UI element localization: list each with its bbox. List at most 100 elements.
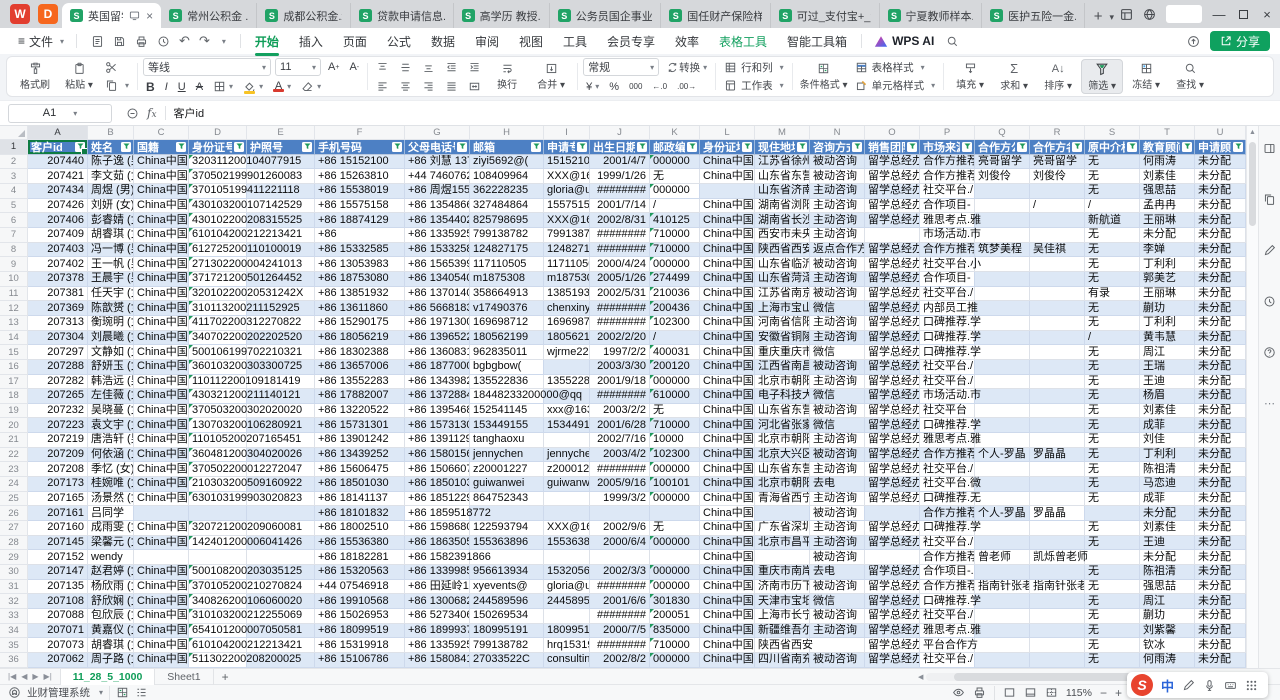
insert-function-icon[interactable]: fx bbox=[147, 106, 157, 120]
cell[interactable]: 2002/8/31 bbox=[590, 213, 650, 228]
cell[interactable]: ######## bbox=[590, 389, 650, 404]
cell[interactable]: 济南市历下 bbox=[755, 580, 810, 595]
cell[interactable]: 陈歆赟 (女 bbox=[88, 301, 134, 316]
cell[interactable]: 100101 bbox=[650, 477, 700, 492]
cell[interactable]: 301830 bbox=[650, 594, 700, 609]
cell[interactable]: 山东省菏泽 bbox=[755, 272, 810, 287]
underline-button[interactable]: U bbox=[175, 78, 189, 95]
cell[interactable]: 丁利利 bbox=[1140, 316, 1195, 331]
cell[interactable]: 135522836 bbox=[544, 375, 590, 390]
cell[interactable]: 冯一博 (男 bbox=[88, 243, 134, 258]
cell[interactable]: +86 1335925706 bbox=[405, 638, 470, 653]
switch-layout-icon[interactable] bbox=[1120, 8, 1133, 21]
cell[interactable]: 山东省济南 bbox=[755, 184, 810, 199]
file-tab[interactable]: S可过_支付宝+_滴滴 bbox=[771, 3, 880, 28]
row-number[interactable]: 18 bbox=[0, 389, 28, 404]
cell[interactable]: 400031 bbox=[650, 345, 700, 360]
cell[interactable]: 强思喆 bbox=[1140, 184, 1195, 199]
cell[interactable]: 社交平台.微 bbox=[920, 477, 975, 492]
autosum-button[interactable]: Σ求和 ▾ bbox=[993, 59, 1035, 94]
cell[interactable]: 340702200202202520 bbox=[189, 331, 247, 346]
cell[interactable]: 2002/7/16 bbox=[590, 433, 650, 448]
cell[interactable]: +86 1395468251 bbox=[405, 404, 470, 419]
cell[interactable] bbox=[975, 653, 1030, 668]
cell[interactable]: / bbox=[650, 331, 700, 346]
cell[interactable]: +86 刘慧 137052 bbox=[405, 155, 470, 170]
cell[interactable]: 207434 bbox=[28, 184, 88, 199]
cell[interactable]: China中国 bbox=[134, 521, 189, 536]
cell[interactable]: China中国 bbox=[134, 624, 189, 639]
help-icon[interactable] bbox=[1263, 346, 1276, 359]
cell[interactable]: 留学总经办 bbox=[865, 331, 920, 346]
cell[interactable]: 无 bbox=[1085, 609, 1140, 624]
align-left-icon[interactable] bbox=[373, 78, 392, 95]
cell[interactable]: China中国 bbox=[134, 492, 189, 507]
file-tab[interactable]: S公务员国企事业单位 bbox=[550, 3, 661, 28]
cell[interactable]: 周子路 (女 bbox=[88, 653, 134, 668]
normal-view-icon[interactable] bbox=[1003, 686, 1016, 699]
table-style-button[interactable]: 表格样式▾ bbox=[852, 59, 939, 76]
cell[interactable]: 青海省西宁 bbox=[755, 492, 810, 507]
cell[interactable]: +86 13657006 bbox=[315, 360, 405, 375]
cell[interactable] bbox=[975, 257, 1030, 272]
filter-dropdown-icon[interactable] bbox=[176, 142, 186, 152]
cell[interactable]: 2002/2/20 bbox=[590, 331, 650, 346]
cell[interactable] bbox=[1030, 521, 1085, 536]
search-icon[interactable] bbox=[946, 35, 959, 48]
row-number[interactable]: 27 bbox=[0, 521, 28, 536]
table-header-cell[interactable]: 父母电话号码 bbox=[405, 140, 470, 155]
cell[interactable]: 207378 bbox=[28, 272, 88, 287]
cell[interactable] bbox=[975, 594, 1030, 609]
cell[interactable]: 无 bbox=[1085, 521, 1140, 536]
cell[interactable]: XXX@163. bbox=[544, 213, 590, 228]
cell[interactable]: 周煜 (男) bbox=[88, 184, 134, 199]
cell[interactable]: China中国 bbox=[134, 375, 189, 390]
cell[interactable]: 358664913 bbox=[470, 287, 544, 302]
cell[interactable]: 124827175 bbox=[470, 243, 544, 258]
cell[interactable]: +86 1580841099 bbox=[405, 653, 470, 668]
cell[interactable]: 被动咨询 bbox=[810, 155, 865, 170]
justify-icon[interactable] bbox=[442, 78, 461, 95]
cell[interactable]: 2002/5/31 bbox=[590, 287, 650, 302]
percent-icon[interactable]: % bbox=[606, 78, 622, 95]
column-header-O[interactable]: O bbox=[865, 126, 920, 140]
cell[interactable]: 被动咨询 bbox=[810, 257, 865, 272]
cell[interactable]: 无 bbox=[1085, 301, 1140, 316]
cell[interactable]: 799138782 bbox=[470, 228, 544, 243]
cell[interactable]: 138519326 bbox=[544, 287, 590, 302]
cell[interactable]: 1997/2/2 bbox=[590, 345, 650, 360]
cell[interactable] bbox=[1030, 477, 1085, 492]
cell[interactable]: 000000 bbox=[650, 257, 700, 272]
cell[interactable]: China中国 bbox=[700, 448, 755, 463]
table-header-cell[interactable]: 教育顾问 bbox=[1140, 140, 1195, 155]
cell[interactable]: 社交平台./ bbox=[920, 360, 975, 375]
cell[interactable] bbox=[247, 506, 315, 521]
cell[interactable]: +86 52734062 bbox=[405, 609, 470, 624]
cell[interactable]: 未分配 bbox=[1195, 199, 1246, 214]
formula-input[interactable]: 客户id bbox=[174, 105, 205, 121]
cell[interactable]: 赵君婷 (女 bbox=[88, 565, 134, 580]
filter-dropdown-icon[interactable] bbox=[531, 142, 541, 152]
cell[interactable]: 被动咨询 bbox=[810, 580, 865, 595]
align-middle-icon[interactable] bbox=[396, 59, 415, 76]
cell[interactable]: China中国 bbox=[134, 345, 189, 360]
cell-style-button[interactable]: 单元格样式▾ bbox=[852, 78, 939, 95]
cell[interactable]: 胡睿琪 (女 bbox=[88, 228, 134, 243]
sidebar-panel-icon[interactable] bbox=[1263, 142, 1276, 155]
sort-button[interactable]: A↓排序 ▾ bbox=[1037, 59, 1079, 94]
cell[interactable]: 重庆市南岸 bbox=[755, 565, 810, 580]
cell[interactable]: 刘俊伶 bbox=[975, 169, 1030, 184]
menu-tab[interactable]: 数据 bbox=[421, 31, 465, 52]
cell[interactable]: 200051 bbox=[650, 609, 700, 624]
cell[interactable] bbox=[1030, 301, 1085, 316]
cell[interactable]: 北京市朝阳 bbox=[755, 477, 810, 492]
comma-style-icon[interactable]: 000 bbox=[626, 78, 645, 95]
cell[interactable]: 内部员工推 bbox=[920, 301, 975, 316]
cell[interactable]: 未分配 bbox=[1195, 257, 1246, 272]
cell[interactable]: 207161 bbox=[28, 506, 88, 521]
cell[interactable]: 成菲 bbox=[1140, 418, 1195, 433]
cell[interactable]: 被动咨询 bbox=[810, 287, 865, 302]
cell[interactable]: 370503200302020020 bbox=[189, 404, 247, 419]
cell[interactable]: 2001/9/18 bbox=[590, 375, 650, 390]
cell[interactable]: 180995191 bbox=[544, 624, 590, 639]
